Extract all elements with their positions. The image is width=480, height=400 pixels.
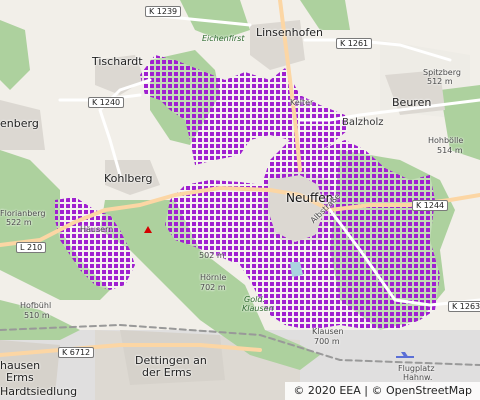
forest-label-eichenfirst: Eichenfirst <box>202 34 245 43</box>
attribution-separator: | <box>364 384 368 397</box>
attribution-osm-link[interactable]: © OpenStreetMap <box>371 384 472 397</box>
road-shield-k1239: K 1239 <box>145 6 182 17</box>
peak-elevation-hoernle: 702 m <box>200 283 226 292</box>
place-label-enberg: enberg <box>0 117 39 130</box>
road-shield-k6712: K 6712 <box>58 347 95 358</box>
map-view[interactable]: Neuffen Linsenhofen Beuren Tischardt Koh… <box>0 0 480 400</box>
peak-elevation-florianberg: 522 m <box>6 218 32 227</box>
place-label-tischardt: Tischardt <box>92 55 143 68</box>
place-label-linsenhofen: Linsenhofen <box>256 26 323 39</box>
road-shield-k1261: K 1261 <box>336 38 373 49</box>
place-label-balzholz: Balzholz <box>342 117 384 128</box>
map-base <box>0 0 480 400</box>
place-label-hardtsiedlung: Hardtsiedlung <box>0 385 78 398</box>
attribution-eea: © 2020 EEA <box>293 384 361 397</box>
place-label-dettingen-line1: Dettingen an <box>135 354 207 367</box>
place-label-dettingen-line2: der Erms <box>142 366 192 379</box>
map-attribution: © 2020 EEA | © OpenStreetMap <box>285 382 480 400</box>
peak-elevation-neuffen: 502 m <box>199 251 225 260</box>
road-shield-l210: L 210 <box>16 242 47 253</box>
place-label-hausen-line1: hausen <box>0 359 41 372</box>
place-label-beuren: Beuren <box>392 96 432 109</box>
road-shield-k1244: K 1244 <box>412 200 449 211</box>
peak-elevation-hofbuehl: 510 m <box>24 311 50 320</box>
road-shield-k1240: K 1240 <box>88 97 125 108</box>
peak-elevation-hohboelle: 514 m <box>437 146 463 155</box>
peak-elevation-klausen: 700 m <box>314 337 340 346</box>
place-label-hausen-line2: Erms <box>6 371 34 384</box>
place-label-kelter: Kelter <box>290 98 314 107</box>
peak-elevation-spitzberg: 512 m <box>427 77 453 86</box>
forest-label-gold-line2: Klausen <box>242 304 274 313</box>
place-label-kohlberg: Kohlberg <box>104 172 153 185</box>
place-label-hausern: Häusern <box>80 225 114 234</box>
road-shield-k1263: K 1263 <box>448 301 480 312</box>
